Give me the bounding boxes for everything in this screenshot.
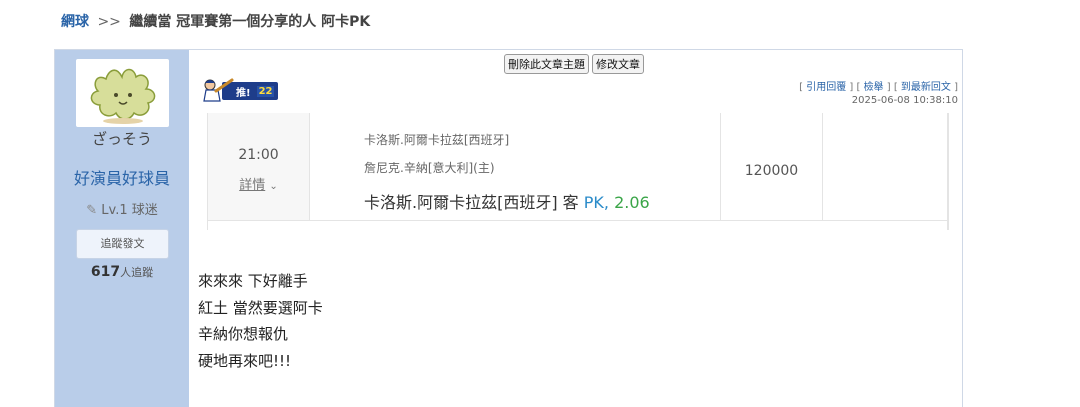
match-teams-cell: 卡洛斯.阿爾卡拉茲[西班牙] 詹尼克.辛納[意大利](主) 卡洛斯.阿爾卡拉茲[… <box>309 113 720 220</box>
breadcrumb-separator: >> <box>97 14 121 30</box>
avatar-grass-icon <box>90 68 156 124</box>
match-table: 21:00 詳情 ⌄ 卡洛斯.阿爾卡拉茲[西班牙] 詹尼克.辛納[意大利](主)… <box>207 113 948 230</box>
push-badge[interactable]: 推! 22 <box>203 78 279 102</box>
push-count: 22 <box>256 85 275 97</box>
author-level: ✎ Lv.1 球迷 <box>55 199 189 218</box>
quote-reply-link[interactable]: 引用回覆 <box>806 82 846 93</box>
followers-count: 617人追蹤 <box>55 264 189 280</box>
report-link[interactable]: 檢舉 <box>864 82 884 93</box>
author-name[interactable]: 好演員好球員 <box>55 165 189 189</box>
match-time: 21:00 <box>238 147 279 163</box>
row-divider <box>208 220 947 221</box>
bet-amount: 120000 <box>744 163 799 179</box>
delete-topic-button[interactable]: 刪除此文章主題 <box>504 54 589 74</box>
author-sidebar: ざっそう 好演員好球員 ✎ Lv.1 球迷 追蹤發文 617人追蹤 <box>55 50 189 407</box>
pencil-icon: ✎ <box>86 203 98 218</box>
baseball-player-icon <box>203 78 234 102</box>
push-label: 推! <box>236 87 251 99</box>
followers-number: 617 <box>90 264 121 280</box>
chevron-down-icon: ⌄ <box>269 181 278 192</box>
post-content: 來來來 下好離手 紅土 當然要選阿卡 辛納你想報仇 硬地再來吧!!! <box>198 268 323 374</box>
post-timestamp: 2025-06-08 10:38:10 <box>851 95 958 106</box>
content-line: 辛納你想報仇 <box>198 325 289 343</box>
pick-odds: 2.06 <box>614 193 650 212</box>
author-level-text: Lv.1 球迷 <box>101 203 158 218</box>
team-home: 詹尼克.辛納[意大利](主) <box>364 161 495 175</box>
avatar-caption: ざっそう <box>91 130 152 148</box>
content-line: 硬地再來吧!!! <box>198 351 292 370</box>
follow-button[interactable]: 追蹤發文 <box>76 229 169 259</box>
avatar[interactable] <box>76 59 169 127</box>
content-line: 來來來 下好離手 <box>198 272 308 290</box>
table-scrollbar[interactable] <box>948 113 949 230</box>
content-line: 紅土 當然要選阿卡 <box>198 298 323 317</box>
detail-label: 詳情 <box>239 178 266 193</box>
post-links: [ 引用回覆 ] [ 檢舉 ] [ 到最新回文 ] <box>799 82 958 93</box>
pick-type: PK, <box>583 193 609 212</box>
match-pick: 卡洛斯.阿爾卡拉茲[西班牙] 客 PK, 2.06 <box>364 189 650 213</box>
followers-suffix: 人追蹤 <box>120 266 154 279</box>
push-area[interactable]: 推! 22 <box>202 78 279 103</box>
breadcrumb-category-link[interactable]: 網球 <box>61 14 89 30</box>
match-detail-link[interactable]: 詳情 ⌄ <box>208 174 309 193</box>
breadcrumb: 網球 >> 繼續當 冠軍賽第一個分享的人 阿卡PK <box>61 11 370 31</box>
edit-post-button[interactable]: 修改文章 <box>592 54 644 74</box>
match-time-cell: 21:00 詳情 ⌄ <box>208 113 310 220</box>
pick-team: 卡洛斯.阿爾卡拉茲[西班牙] 客 <box>364 193 579 212</box>
match-amount-cell: 120000 <box>720 113 823 220</box>
team-away: 卡洛斯.阿爾卡拉茲[西班牙] <box>364 133 510 147</box>
latest-reply-link[interactable]: 到最新回文 <box>901 82 951 93</box>
page-title: 繼續當 冠軍賽第一個分享的人 阿卡PK <box>129 14 371 30</box>
admin-buttons: 刪除此文章主題 修改文章 <box>504 54 644 74</box>
post-frame: ざっそう 好演員好球員 ✎ Lv.1 球迷 追蹤發文 617人追蹤 刪除此文章主… <box>54 49 963 407</box>
